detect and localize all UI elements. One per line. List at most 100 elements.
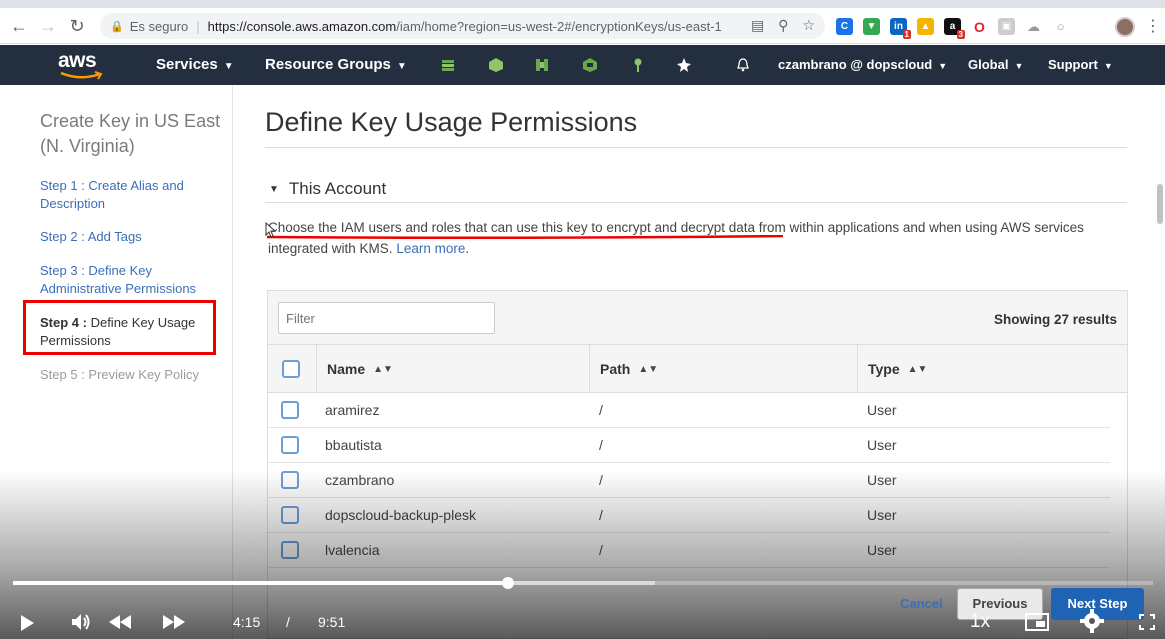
picture-in-picture-icon[interactable] — [1025, 612, 1049, 632]
browser-toolbar: ← → ↻ 🔒 Es seguro | https://console.aws.… — [0, 8, 1165, 44]
results-count: Showing 27 results — [993, 312, 1117, 327]
column-header-name[interactable]: Name ▲▼ — [316, 345, 589, 393]
resource-groups-menu[interactable]: Resource Groups ▼ — [265, 56, 407, 73]
aws-smile-icon — [60, 71, 103, 80]
wizard-title: Create Key in US East (N. Virginia) — [40, 111, 221, 156]
column-header-path[interactable]: Path ▲▼ — [589, 345, 857, 393]
services-menu[interactable]: Services ▼ — [156, 56, 234, 73]
time-separator: / — [286, 614, 290, 630]
extension-icon[interactable]: C — [836, 18, 853, 35]
cloud-icon[interactable]: ☁ — [1025, 18, 1042, 35]
service-shortcut-icon[interactable] — [488, 57, 504, 73]
cancel-button[interactable]: Cancel — [900, 596, 943, 611]
row-path: / — [599, 437, 603, 453]
account-menu[interactable]: czambrano @ dopscloud ▼ — [778, 57, 947, 72]
select-all-cell — [268, 345, 316, 393]
extension-icon[interactable]: ▼ — [863, 18, 880, 35]
fullscreen-icon[interactable] — [1139, 614, 1155, 630]
aws-logo[interactable]: aws — [58, 49, 106, 81]
url-path: /iam/home?region=us-west-2#/encryptionKe… — [396, 18, 722, 34]
circle-icon[interactable]: ○ — [1052, 18, 1069, 35]
row-name: aramirez — [325, 402, 380, 418]
support-menu[interactable]: Support ▼ — [1048, 57, 1113, 72]
wizard-step-2[interactable]: Step 2 : Add Tags — [40, 228, 220, 246]
play-icon[interactable] — [19, 614, 35, 632]
omnibox-actions: ▤ ⚲ ☆ — [751, 17, 815, 34]
wizard-step-3[interactable]: Step 3 : Define Key Administrative Permi… — [40, 262, 220, 298]
key-icon[interactable] — [630, 57, 646, 73]
wizard-step-1[interactable]: Step 1 : Create Alias and Description — [40, 177, 220, 213]
service-shortcut-icon[interactable] — [440, 57, 456, 73]
sort-icon: ▲▼ — [907, 363, 928, 375]
wizard-step-5: Step 5 : Preview Key Policy — [40, 367, 199, 382]
reload-icon[interactable]: ↻ — [62, 11, 92, 41]
profile-avatar[interactable] — [1115, 17, 1135, 37]
chevron-down-icon: ▼ — [223, 61, 234, 72]
pin-icon[interactable] — [676, 57, 692, 73]
region-menu[interactable]: Global ▼ — [968, 57, 1023, 72]
url-host: https://console.aws.amazon.com — [207, 18, 397, 34]
browser-tab-strip — [0, 0, 1165, 8]
select-all-checkbox[interactable] — [282, 360, 300, 378]
volume-icon[interactable] — [71, 612, 93, 632]
column-header-type[interactable]: Type ▲▼ — [857, 345, 1127, 393]
page-title: Define Key Usage Permissions — [265, 107, 638, 137]
row-checkbox[interactable] — [281, 401, 299, 419]
amazon-icon[interactable]: a3 — [944, 18, 965, 39]
table-row[interactable]: bbautista / User — [268, 428, 1110, 463]
extension-icon[interactable]: ▣ — [998, 18, 1015, 35]
video-played — [13, 581, 508, 585]
filter-input[interactable] — [278, 302, 495, 334]
playback-speed-button[interactable]: 1x — [970, 611, 990, 633]
browser-menu-icon[interactable]: ⋮ — [1145, 19, 1161, 35]
row-path: / — [599, 402, 603, 418]
row-name: bbautista — [325, 437, 382, 453]
translate-icon[interactable]: ▤ — [751, 17, 764, 34]
divider — [265, 202, 1127, 203]
duration: 9:51 — [318, 614, 346, 630]
linkedin-icon[interactable]: in 1 — [890, 18, 911, 39]
extensions: C ▼ in 1 ▲ a3 O ▣ ☁ ○ — [836, 18, 1069, 39]
page-scrollbar[interactable] — [1157, 184, 1163, 224]
opera-icon[interactable]: O — [971, 18, 988, 35]
service-shortcut-icon[interactable] — [534, 57, 550, 73]
chevron-down-icon: ▼ — [396, 61, 407, 72]
back-icon[interactable]: ← — [4, 11, 34, 41]
video-progress-bar[interactable] — [13, 577, 1153, 589]
rewind-icon[interactable] — [108, 614, 132, 630]
current-time: 4:15 — [233, 614, 261, 630]
aws-console-nav: aws Services ▼ Resource Groups ▼ czambrano… — [0, 45, 1165, 85]
service-shortcut-icon[interactable] — [582, 57, 598, 73]
bell-icon[interactable] — [735, 57, 751, 73]
lock-icon: 🔒 — [110, 20, 124, 33]
chevron-down-icon: ▼ — [938, 61, 948, 71]
row-checkbox[interactable] — [281, 436, 299, 454]
divider — [265, 147, 1127, 148]
chevron-down-icon: ▼ — [1014, 61, 1024, 71]
table-header: Name ▲▼ Path ▲▼ Type ▲▼ — [268, 345, 1127, 393]
drive-icon[interactable]: ▲ — [917, 18, 934, 35]
zoom-icon[interactable]: ⚲ — [778, 17, 788, 34]
learn-more-link[interactable]: Learn more — [396, 241, 465, 256]
chevron-down-icon: ▼ — [1103, 61, 1113, 71]
bookmark-star-icon[interactable]: ☆ — [802, 17, 815, 34]
settings-gear-icon[interactable] — [1080, 609, 1104, 633]
table-toolbar: Showing 27 results — [268, 291, 1127, 345]
section-toggle-this-account[interactable]: ▼ This Account — [269, 179, 386, 199]
address-bar[interactable]: 🔒 Es seguro | https://console.aws.amazon… — [100, 13, 825, 39]
active-step-highlight-box — [23, 300, 216, 355]
fast-forward-icon[interactable] — [162, 614, 186, 630]
caret-down-icon: ▼ — [269, 184, 279, 195]
row-type: User — [867, 402, 897, 418]
row-type: User — [867, 437, 897, 453]
screen: ← → ↻ 🔒 Es seguro | https://console.aws.… — [0, 0, 1165, 639]
red-annotation-underline — [267, 235, 783, 239]
video-scrubber-handle[interactable] — [501, 577, 514, 589]
mouse-cursor-icon — [265, 222, 277, 238]
sort-icon: ▲▼ — [373, 363, 393, 375]
forward-icon[interactable]: → — [33, 11, 63, 41]
sort-icon: ▲▼ — [638, 363, 659, 375]
secure-label: Es seguro — [129, 18, 189, 34]
table-row[interactable]: aramirez / User — [268, 393, 1110, 428]
address-separator: | — [196, 18, 200, 34]
